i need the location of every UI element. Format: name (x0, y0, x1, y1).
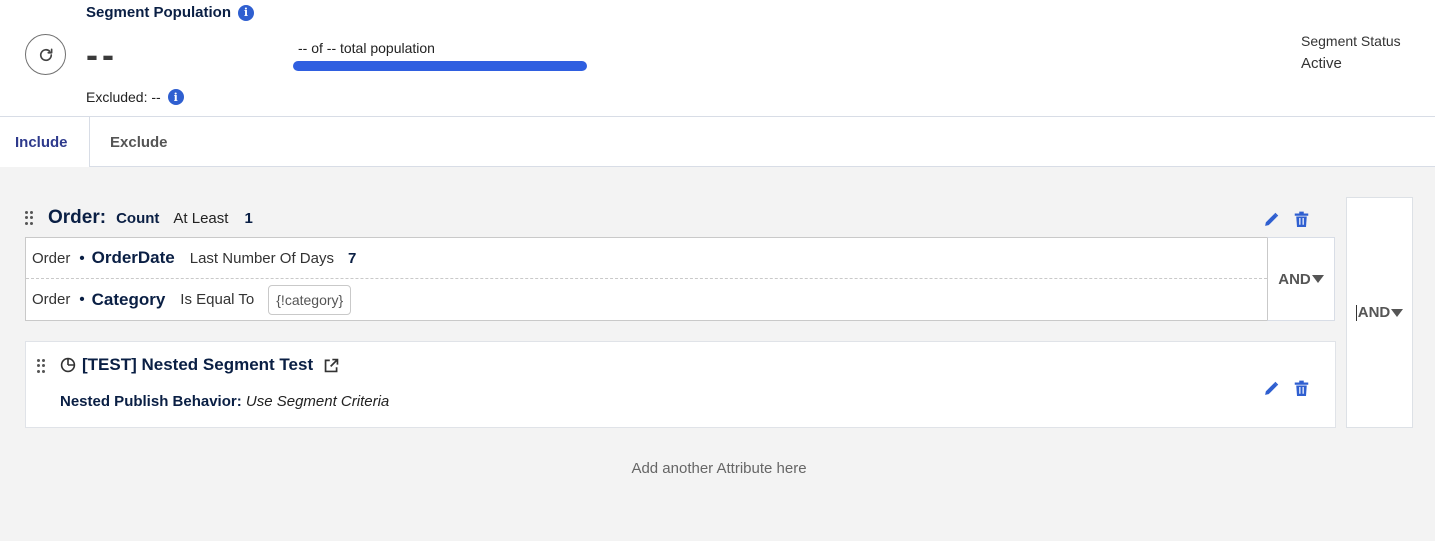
tab-include[interactable]: Include (0, 117, 90, 167)
condition-operator: Last Number Of Days (189, 249, 334, 267)
condition-row[interactable]: Order • OrderDate Last Number Of Days 7 (26, 238, 1267, 279)
condition-bullet: • (79, 249, 85, 267)
condition-object: Order (32, 249, 71, 267)
population-value: -- (86, 34, 118, 75)
inner-logic-label: AND (1278, 270, 1311, 288)
nested-publish-behavior: Nested Publish Behavior: Use Segment Cri… (60, 393, 389, 410)
criteria-tabs: Include Exclude (0, 117, 1435, 167)
text-cursor-icon (1355, 304, 1357, 321)
condition-field: OrderDate (91, 248, 175, 267)
behavior-label: Nested Publish Behavior: (60, 393, 242, 410)
segment-header: Segment Population i -- Excluded: -- i -… (0, 0, 1435, 117)
info-icon[interactable]: i (167, 89, 184, 105)
caret-down-icon (1311, 275, 1324, 283)
inner-logic-dropdown[interactable]: AND (1267, 237, 1335, 321)
population-title-row: Segment Population i (86, 4, 255, 21)
refresh-button[interactable] (25, 34, 66, 75)
tab-exclude[interactable]: Exclude (110, 117, 168, 167)
delete-icon[interactable] (1292, 210, 1310, 228)
criteria-canvas: Order: Count At Least 1 Order • OrderDat… (0, 167, 1435, 541)
edit-icon[interactable] (1262, 210, 1280, 228)
condition-row[interactable]: Order • Category Is Equal To {!category} (26, 279, 1267, 320)
segment-pie-icon (60, 357, 76, 373)
nested-segment-name: [TEST] Nested Segment Test (82, 355, 314, 374)
condition-group: Order • OrderDate Last Number Of Days 7 … (25, 237, 1268, 321)
condition-value-chip[interactable]: {!category} (268, 284, 352, 315)
group-value: 1 (244, 210, 253, 227)
external-link-icon[interactable] (323, 357, 340, 374)
behavior-value: Use Segment Criteria (245, 393, 390, 410)
refresh-icon (39, 48, 52, 61)
outer-logic-dropdown[interactable]: AND (1346, 197, 1413, 428)
population-progress-bar (293, 61, 587, 71)
group-operator: At Least (173, 210, 229, 227)
drag-handle-icon[interactable] (37, 359, 45, 373)
delete-icon[interactable] (1292, 379, 1310, 397)
group-header: Order: Count At Least 1 (48, 207, 253, 229)
population-title: Segment Population (86, 4, 232, 21)
condition-operator: Is Equal To (180, 291, 255, 308)
condition-bullet: • (79, 291, 85, 308)
edit-icon[interactable] (1262, 379, 1280, 397)
excluded-text: Excluded: -- (86, 89, 161, 105)
condition-object: Order (32, 291, 71, 308)
group-aggregate: Count (116, 210, 160, 227)
drag-handle-icon[interactable] (25, 211, 33, 225)
total-population-text: -- of -- total population (298, 40, 435, 56)
segment-status-label: Segment Status (1301, 33, 1401, 49)
info-icon[interactable]: i (238, 4, 255, 21)
add-attribute-dropzone[interactable]: Add another Attribute here (0, 460, 1435, 477)
excluded-row: Excluded: -- i (86, 89, 184, 105)
nested-segment-card: [TEST] Nested Segment Test Nested Publis… (25, 341, 1336, 428)
nested-segment-title: [TEST] Nested Segment Test (60, 355, 340, 375)
caret-down-icon (1391, 308, 1404, 317)
condition-field: Category (91, 289, 166, 309)
group-object: Order: (48, 207, 107, 228)
condition-value: 7 (347, 249, 357, 267)
segment-status-value: Active (1301, 55, 1342, 72)
outer-logic-label: AND (1357, 304, 1391, 321)
